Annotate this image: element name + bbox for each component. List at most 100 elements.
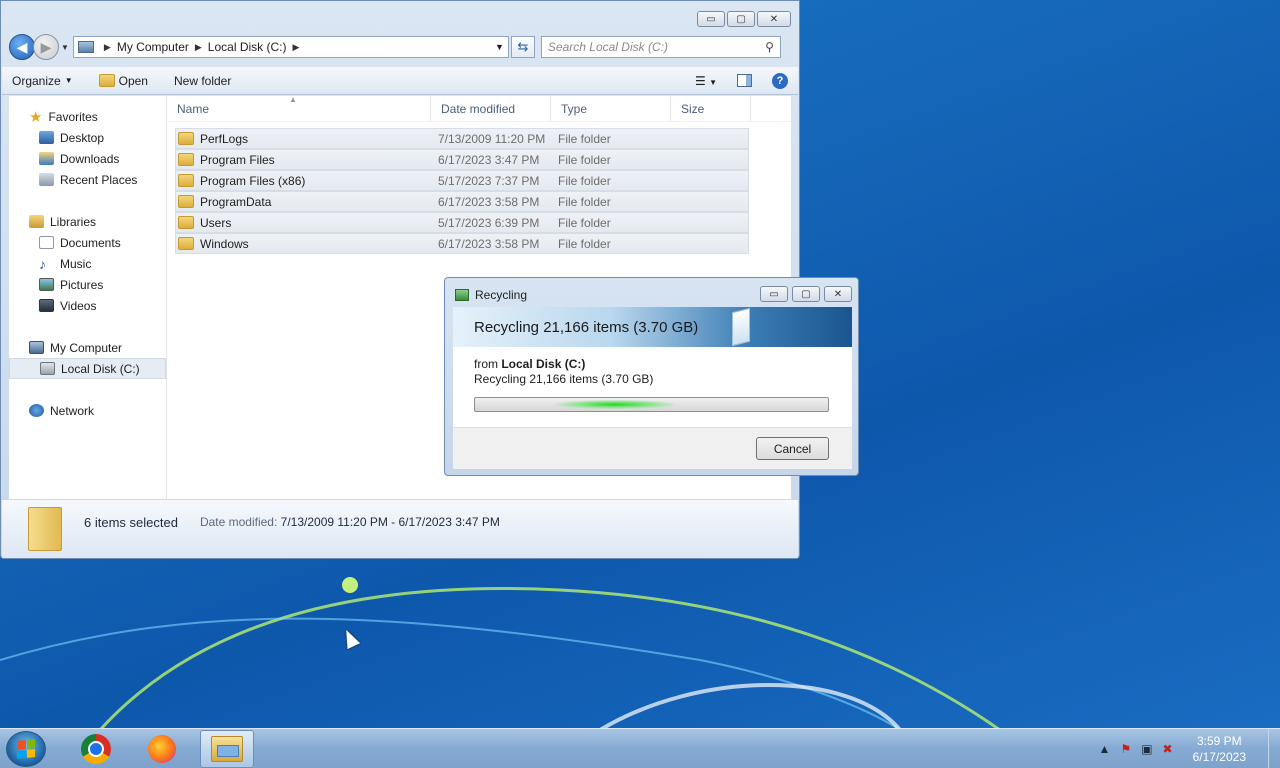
music-note-icon: ♪	[39, 255, 46, 272]
nav-pictures[interactable]: Pictures	[9, 274, 166, 295]
dialog-close-button[interactable]: ✕	[824, 286, 852, 302]
column-headers: ▲ Name Date modified Type Size	[167, 95, 791, 122]
view-options-icon[interactable]: ☰ ▼	[695, 74, 717, 88]
nav-libraries[interactable]: Libraries	[9, 211, 166, 232]
nav-my-computer[interactable]: My Computer	[9, 337, 166, 358]
show-desktop-button[interactable]	[1268, 728, 1280, 768]
address-bar[interactable]: ▶ My Computer ▶ Local Disk (C:) ▶ ▼	[72, 36, 509, 58]
breadcrumb-arrow-icon[interactable]: ▶	[292, 42, 299, 53]
clock[interactable]: 3:59 PM 6/17/2023	[1193, 733, 1246, 765]
dialog-heading: Recycling 21,166 items (3.70 GB)	[474, 318, 699, 336]
chevron-down-icon: ▼	[64, 76, 73, 85]
file-type: File folder	[558, 236, 611, 251]
firefox-icon	[148, 734, 176, 763]
preview-pane-icon[interactable]	[737, 74, 752, 87]
breadcrumb-arrow-icon[interactable]: ▶	[104, 42, 111, 53]
column-type[interactable]: Type	[551, 95, 671, 122]
network-icon	[29, 404, 44, 417]
file-type: File folder	[558, 194, 611, 209]
nav-recent-places[interactable]: Recent Places	[9, 169, 166, 190]
breadcrumb-local-disk[interactable]: Local Disk (C:)	[208, 40, 287, 54]
date-modified-summary: Date modified: 7/13/2009 11:20 PM - 6/17…	[200, 515, 500, 529]
refresh-button[interactable]: ⇆	[510, 36, 535, 58]
start-button[interactable]	[6, 730, 46, 767]
show-hidden-icon[interactable]: ▲	[1099, 742, 1111, 756]
recent-pages-dropdown-icon[interactable]: ▼	[61, 43, 69, 52]
details-pane: 6 items selected Date modified: 7/13/200…	[2, 500, 798, 558]
table-row[interactable]: PerfLogs 7/13/2009 11:20 PM File folder	[175, 128, 749, 149]
table-row[interactable]: Windows 6/17/2023 3:58 PM File folder	[175, 233, 749, 254]
nav-label: Recent Places	[60, 172, 138, 187]
column-name[interactable]: ▲ Name	[167, 95, 431, 122]
flying-document-icon	[732, 307, 750, 347]
nav-favorites[interactable]: ★ Favorites	[9, 106, 166, 127]
breadcrumb-my-computer[interactable]: My Computer	[117, 40, 189, 54]
table-row[interactable]: ProgramData 6/17/2023 3:58 PM File folder	[175, 191, 749, 212]
cancel-button[interactable]: Cancel	[756, 437, 829, 460]
file-name: ProgramData	[200, 194, 272, 209]
table-row[interactable]: Users 5/17/2023 6:39 PM File folder	[175, 212, 749, 233]
file-name-cell: Program Files	[176, 153, 438, 167]
date-modified-label: Date modified:	[199, 515, 278, 529]
dialog-title: Recycling	[475, 288, 528, 302]
nav-videos[interactable]: Videos	[9, 295, 166, 316]
back-button[interactable]: ◀	[9, 34, 35, 60]
taskbar-explorer[interactable]	[200, 729, 254, 768]
nav-documents[interactable]: Documents	[9, 232, 166, 253]
downloads-icon	[39, 152, 54, 165]
nav-label: My Computer	[50, 340, 123, 355]
nav-music[interactable]: ♪ Music	[9, 253, 166, 274]
star-icon: ★	[29, 108, 43, 126]
search-icon[interactable]: ⚲	[765, 40, 774, 54]
new-folder-label: New folder	[173, 73, 232, 88]
flag-icon[interactable]: ⚑	[1120, 742, 1131, 756]
from-value: Local Disk (C:)	[501, 357, 586, 371]
search-placeholder: Search Local Disk (C:)	[547, 40, 668, 54]
recycling-dialog: Recycling ▭ ▢ ✕ Recycling 21,166 items (…	[444, 277, 859, 476]
dialog-maximize-button[interactable]: ▢	[792, 286, 820, 302]
open-button[interactable]: Open	[98, 74, 148, 88]
dialog-footer: Cancel	[453, 427, 852, 469]
taskbar-firefox[interactable]	[134, 730, 190, 768]
help-icon[interactable]: ?	[772, 72, 788, 89]
address-history-dropdown-icon[interactable]: ▼	[495, 42, 504, 52]
dialog-window-controls: ▭ ▢ ✕	[760, 286, 852, 302]
dialog-minimize-button[interactable]: ▭	[760, 286, 788, 302]
folder-icon	[178, 195, 194, 208]
file-type: File folder	[558, 131, 611, 146]
file-name: Program Files (x86)	[200, 173, 306, 188]
nav-desktop[interactable]: Desktop	[9, 127, 166, 148]
file-name-cell: Windows	[176, 237, 438, 251]
table-row[interactable]: Program Files (x86) 5/17/2023 7:37 PM File…	[175, 170, 749, 191]
windows-logo-icon	[17, 738, 35, 759]
recycle-icon	[455, 289, 469, 301]
desktop-icon	[39, 131, 54, 144]
file-name: PerfLogs	[200, 131, 249, 146]
taskbar-chrome[interactable]	[68, 730, 124, 768]
nav-label: Libraries	[50, 214, 97, 229]
close-button[interactable]: ✕	[757, 11, 791, 27]
column-date-modified[interactable]: Date modified	[431, 95, 551, 122]
sort-ascending-icon: ▲	[289, 94, 297, 104]
nav-label: Desktop	[60, 130, 105, 145]
dialog-banner: Recycling 21,166 items (3.70 GB)	[453, 307, 852, 347]
minimize-button[interactable]: ▭	[697, 11, 725, 27]
folder-icon	[178, 174, 194, 187]
network-icon[interactable]: ▣	[1141, 742, 1152, 756]
organize-label: Organize	[12, 73, 61, 88]
from-label: from	[474, 357, 498, 371]
new-folder-button[interactable]: New folder	[174, 74, 231, 88]
nav-downloads[interactable]: Downloads	[9, 148, 166, 169]
column-size[interactable]: Size	[671, 95, 751, 122]
clock-date: 6/17/2023	[1192, 749, 1246, 764]
nav-network[interactable]: Network	[9, 400, 166, 421]
breadcrumb-arrow-icon[interactable]: ▶	[195, 42, 202, 53]
volume-muted-icon[interactable]: ✖	[1163, 742, 1173, 756]
search-input[interactable]: Search Local Disk (C:) ⚲	[540, 36, 781, 58]
nav-local-disk[interactable]: Local Disk (C:)	[9, 358, 166, 379]
organize-button[interactable]: Organize ▼	[12, 74, 73, 88]
maximize-button[interactable]: ▢	[727, 11, 755, 27]
folder-icon	[178, 153, 194, 166]
table-row[interactable]: Program Files 6/17/2023 3:47 PM File folde…	[175, 149, 749, 170]
forward-button[interactable]: ▶	[33, 34, 59, 60]
